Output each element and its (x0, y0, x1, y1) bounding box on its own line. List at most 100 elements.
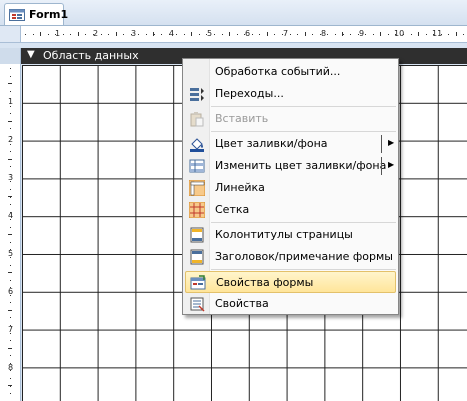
triangle-down-icon: ▼ (27, 49, 35, 60)
ruler-dot (10, 136, 11, 137)
ruler-dot (290, 34, 291, 35)
ruler-number: 9 (359, 29, 365, 38)
ruler-dot (358, 34, 359, 35)
ruler-tick (8, 83, 12, 84)
ruler-tick (8, 159, 12, 160)
ruler-tick (305, 32, 306, 36)
menu-item-grid[interactable]: Сетка (185, 199, 396, 221)
menu-item-label: Переходы... (215, 87, 284, 100)
ruler-dot (411, 34, 412, 35)
tab-form1[interactable]: Form1 (4, 3, 68, 25)
tab-label: Form1 (29, 8, 69, 21)
ruler-dot (10, 76, 11, 77)
ruler-dot (10, 280, 11, 281)
ruler-dot (335, 34, 336, 35)
ruler-tick (191, 32, 192, 36)
ruler-dot (10, 106, 11, 107)
submenu-arrow-icon[interactable]: ▶ (388, 138, 394, 147)
submenu-split-line (381, 135, 382, 153)
ruler-dot (10, 174, 11, 175)
ruler-dot (327, 34, 328, 35)
ruler-dot (101, 34, 102, 35)
ruler-dot (259, 34, 260, 35)
menu-item-page-header-footer[interactable]: Колонтитулы страницы (185, 224, 396, 246)
ruler-tick (153, 32, 154, 36)
ruler-dot (184, 34, 185, 35)
ruler-tick (78, 32, 79, 36)
horizontal-ruler[interactable]: 1 2 3 4 5 6 7 8 9 10 11 (21, 26, 467, 43)
properties-icon (190, 297, 205, 312)
ruler-dot (169, 34, 170, 35)
ruler-number: 8 (321, 29, 327, 38)
menu-item-label: Линейка (215, 181, 265, 194)
ruler-dot (10, 378, 11, 379)
ruler-dot (131, 34, 132, 35)
ruler-dot (441, 34, 442, 35)
ruler-tick (267, 32, 268, 36)
ruler-tick (8, 234, 12, 235)
ruler-icon (189, 180, 205, 196)
ruler-dot (388, 34, 389, 35)
submenu-split-line (381, 157, 382, 175)
submenu-arrow-icon[interactable]: ▶ (388, 160, 394, 169)
tab-order-icon (190, 88, 204, 101)
ruler-dot (426, 34, 427, 35)
ruler-dot (214, 34, 215, 35)
ruler-dot (365, 34, 366, 35)
ruler-dot (10, 325, 11, 326)
menu-item-paste[interactable]: Вставить (185, 108, 396, 130)
menu-item-label: Заголовок/примечание формы (215, 250, 393, 263)
menu-item-label: Свойства (215, 297, 269, 310)
section-label: Область данных (43, 49, 139, 62)
menu-item-label: Изменить цвет заливки/фона (215, 159, 387, 172)
ruler-dot (10, 68, 11, 69)
ruler-dot (10, 302, 11, 303)
ruler-dot (10, 113, 11, 114)
vertical-ruler[interactable]: 1 2 3 4 5 6 7 8 (0, 64, 21, 401)
menu-item-tab-order[interactable]: Переходы... (185, 83, 396, 105)
ruler-dot (10, 242, 11, 243)
ruler-tick (456, 32, 457, 36)
menu-item-label: Свойства формы (216, 276, 314, 289)
document-tab-bar: Form1 (0, 0, 467, 26)
menu-item-fill-color[interactable]: Цвет заливки/фона ▶ (185, 133, 396, 155)
menu-item-event-builder[interactable]: Обработка событий... (185, 61, 396, 83)
context-menu: Обработка событий... Переходы... Вставит… (182, 58, 399, 315)
ruler-number: 7 (283, 29, 289, 38)
menu-item-form-header-footer[interactable]: Заголовок/примечание формы (185, 246, 396, 268)
ruler-dot (199, 34, 200, 35)
ruler-tick (40, 32, 41, 36)
ruler-dot (10, 212, 11, 213)
ruler-dot (138, 34, 139, 35)
ruler-tick (8, 121, 12, 122)
ruler-dot (312, 34, 313, 35)
ruler-tick (8, 310, 12, 311)
menu-separator (211, 106, 396, 107)
ruler-dot (297, 34, 298, 35)
menu-item-ruler[interactable]: Линейка (185, 177, 396, 199)
ruler-dot (33, 34, 34, 35)
ruler-corner[interactable] (0, 26, 21, 43)
ruler-dot (10, 363, 11, 364)
menu-item-form-properties[interactable]: Свойства формы (185, 271, 396, 293)
ruler-dot (10, 249, 11, 250)
ruler-tick (418, 32, 419, 36)
alternate-fill-icon (189, 159, 205, 173)
ruler-dot (10, 227, 11, 228)
form-header-icon (190, 249, 204, 265)
menu-item-alternate-fill-color[interactable]: Изменить цвет заливки/фона ▶ (185, 155, 396, 177)
ruler-dot (10, 144, 11, 145)
ruler-dot (10, 370, 11, 371)
ruler-dot (154, 34, 155, 35)
menu-item-properties[interactable]: Свойства (185, 293, 396, 315)
ruler-dot (10, 355, 11, 356)
paste-icon (190, 112, 204, 127)
section-selector[interactable] (0, 48, 21, 64)
ruler-dot (10, 265, 11, 266)
ruler-dot (448, 34, 449, 35)
menu-item-label: Сетка (215, 203, 250, 216)
ruler-tick (8, 348, 12, 349)
ruler-dot (282, 34, 283, 35)
menu-item-label: Вставить (215, 112, 269, 125)
ruler-dot (161, 34, 162, 35)
